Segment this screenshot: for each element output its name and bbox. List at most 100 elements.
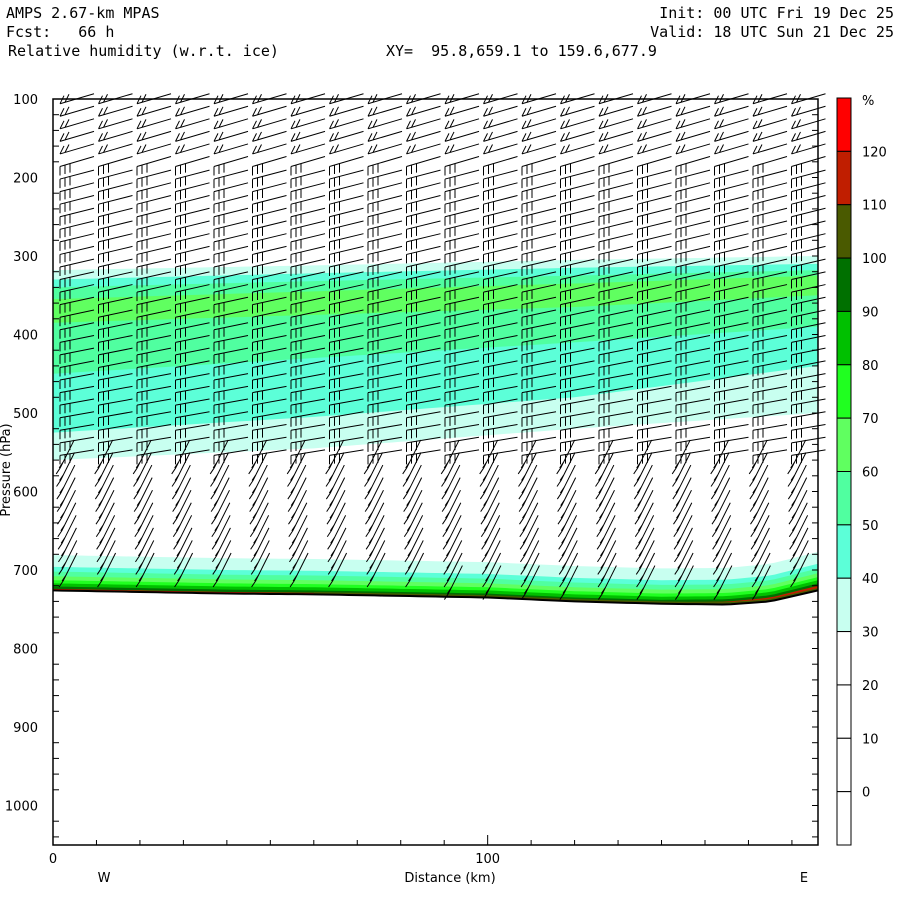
wind-barb	[329, 118, 364, 130]
wind-barb	[675, 105, 711, 117]
colorbar-label: 10	[862, 732, 879, 747]
wind-barb	[444, 130, 480, 142]
wind-barb	[752, 423, 788, 440]
colorbar-label: 120	[862, 145, 887, 160]
wind-barb	[521, 143, 557, 155]
wind-barb	[598, 156, 634, 176]
colorbar-label: 90	[862, 305, 879, 320]
wind-barb	[252, 143, 287, 155]
y-axis-label: Pressure (hPa)	[0, 423, 14, 516]
wind-barb	[290, 156, 326, 176]
y-tick-label: 100	[13, 93, 38, 108]
colorbar-label: 70	[862, 412, 879, 427]
wind-barb	[98, 105, 133, 117]
wind-barb	[560, 105, 595, 117]
wind-barb	[791, 143, 826, 155]
wind-barb	[98, 130, 133, 142]
y-tick-label: 400	[13, 329, 38, 344]
chart-svg: 10020030040050060070080090010000 100 %120…	[0, 93, 887, 886]
wind-barb	[521, 130, 557, 142]
wind-barb	[521, 105, 557, 117]
plot-frame	[52, 98, 819, 846]
wind-barb	[791, 156, 826, 176]
wind-barb	[213, 143, 249, 155]
colorbar-box	[836, 684, 852, 739]
wind-barb	[252, 118, 287, 130]
wind-barb	[637, 118, 672, 130]
colorbar-label: 80	[862, 359, 879, 374]
x-tick-label: 0	[49, 852, 57, 867]
y-tick-label: 200	[13, 172, 38, 187]
wind-barb	[290, 118, 326, 130]
wind-barb	[483, 118, 518, 130]
wind-barb	[675, 423, 711, 440]
wind-barb	[521, 436, 557, 452]
wind-barb	[560, 118, 595, 130]
wind-barb	[637, 436, 672, 452]
wind-barb	[444, 156, 480, 176]
wind-barb	[483, 105, 518, 117]
colorbar-box	[836, 471, 852, 526]
colorbar-label: 20	[862, 679, 879, 694]
wind-barb	[752, 436, 788, 452]
colorbar-label: 40	[862, 572, 879, 587]
colorbar-box	[836, 204, 852, 259]
wind-barb	[791, 118, 826, 130]
wind-barb	[598, 130, 634, 142]
rh-shading	[52, 256, 819, 606]
wind-barb	[59, 130, 95, 142]
colorbar: %1201101009080706050403020100	[836, 94, 887, 846]
wind-barb	[59, 143, 95, 155]
wind-barb	[714, 105, 749, 117]
wind-barb	[136, 156, 172, 176]
wind-barb	[175, 118, 210, 130]
colorbar-label: 110	[862, 199, 887, 214]
wind-barb	[714, 118, 749, 130]
colorbar-box	[836, 257, 852, 312]
colorbar-box	[836, 791, 852, 846]
colorbar-box	[836, 417, 852, 472]
wind-barb	[406, 143, 441, 155]
wind-barb	[406, 156, 441, 176]
wind-barb	[213, 105, 249, 117]
wind-barb	[98, 118, 133, 130]
wind-barb	[59, 105, 95, 117]
west-label: W	[98, 871, 111, 886]
wind-barb	[637, 143, 672, 155]
wind-barb	[675, 436, 711, 452]
wind-barb	[560, 436, 595, 452]
wind-barb	[136, 118, 172, 130]
y-tick-label: 800	[13, 643, 38, 658]
wind-barb	[675, 156, 711, 176]
colorbar-unit: %	[862, 94, 874, 109]
wind-barb	[406, 105, 441, 117]
wind-barb	[598, 118, 634, 130]
wind-barb	[598, 105, 634, 117]
wind-barb	[560, 130, 595, 142]
wind-barb	[329, 130, 364, 142]
wind-barb	[367, 105, 403, 117]
x-axis-label: Distance (km)	[404, 871, 495, 886]
colorbar-box	[836, 364, 852, 419]
wind-barb	[213, 156, 249, 176]
wind-barb	[213, 118, 249, 130]
wind-barb	[483, 130, 518, 142]
wind-barb	[136, 130, 172, 142]
wind-barb	[675, 118, 711, 130]
wind-barb	[175, 130, 210, 142]
wind-barb	[175, 143, 210, 155]
wind-barb	[290, 130, 326, 142]
wind-barb	[521, 118, 557, 130]
wind-barb	[406, 118, 441, 130]
wind-barb	[329, 143, 364, 155]
east-label: E	[800, 871, 808, 886]
wind-barb	[367, 130, 403, 142]
colorbar-box	[836, 97, 852, 152]
wind-barb	[675, 130, 711, 142]
wind-barb	[252, 156, 287, 176]
wind-barb	[406, 130, 441, 142]
wind-barb	[59, 118, 95, 130]
wind-barb	[175, 105, 210, 117]
colorbar-box	[836, 310, 852, 366]
wind-barb	[752, 143, 788, 155]
